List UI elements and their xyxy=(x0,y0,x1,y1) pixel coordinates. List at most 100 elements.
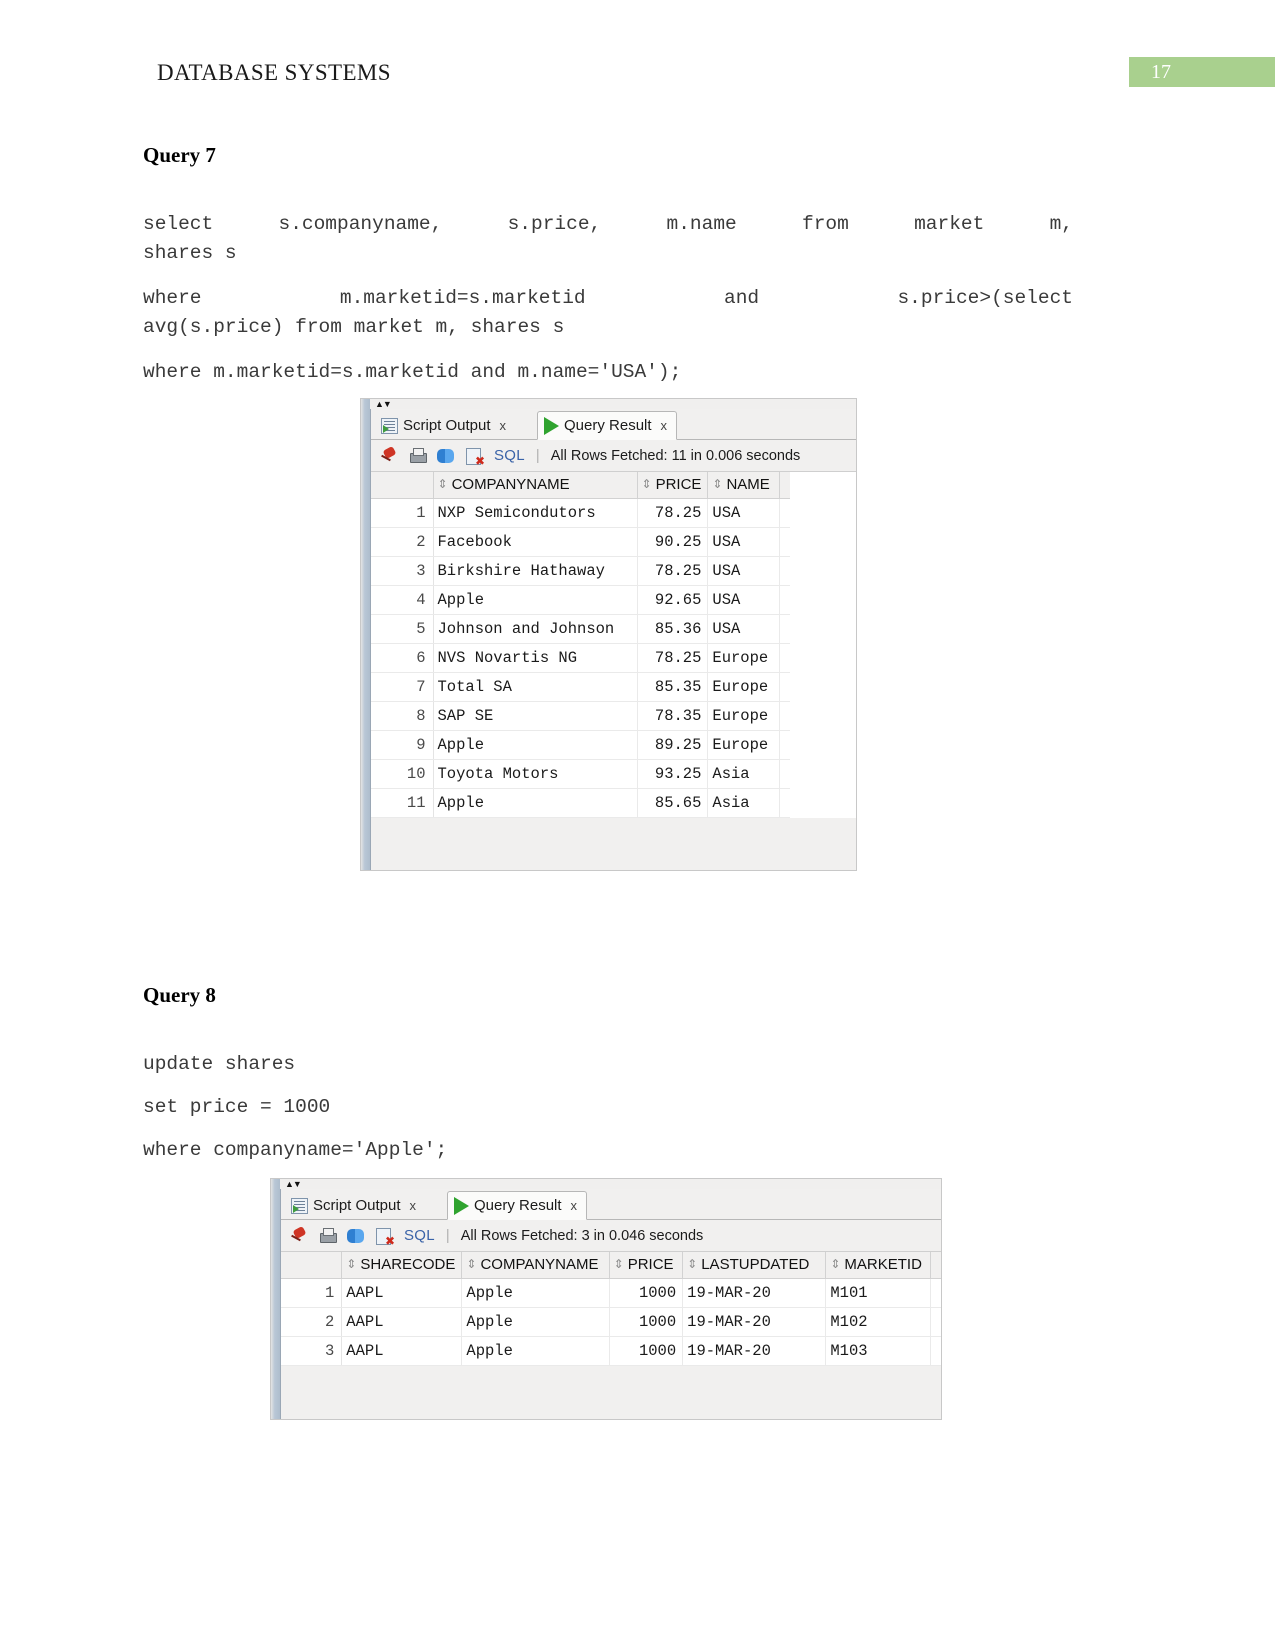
print-icon[interactable] xyxy=(408,447,427,465)
sql-button[interactable]: SQL xyxy=(494,447,525,464)
cell-filler[interactable] xyxy=(779,555,791,586)
table-row[interactable]: 4 Apple 92.65 USA xyxy=(371,584,791,615)
close-icon[interactable]: x xyxy=(410,1198,417,1213)
cell-price[interactable]: 89.25 xyxy=(636,729,709,760)
column-header-price[interactable]: ⇕ PRICE xyxy=(636,472,709,499)
cell-name[interactable]: Europe xyxy=(707,642,781,673)
sql-button[interactable]: SQL xyxy=(404,1227,435,1244)
table-row[interactable]: 11 Apple 85.65 Asia xyxy=(371,787,791,818)
cell-name[interactable]: USA xyxy=(707,555,781,586)
refresh-icon[interactable] xyxy=(346,1227,366,1245)
cell-companyname[interactable]: Total SA xyxy=(432,671,638,702)
panel-left-scrollbar[interactable] xyxy=(361,399,370,870)
cell-price[interactable]: 92.65 xyxy=(636,584,709,615)
cell-filler[interactable] xyxy=(779,526,791,557)
cell-companyname[interactable]: NVS Novartis NG xyxy=(432,642,638,673)
sort-icon[interactable]: ⇕ xyxy=(830,1257,840,1271)
table-row[interactable]: 7 Total SA 85.35 Europe xyxy=(371,671,791,702)
cell-filler[interactable] xyxy=(930,1277,941,1308)
cell-filler[interactable] xyxy=(930,1306,941,1337)
cell-companyname[interactable]: SAP SE xyxy=(432,700,638,731)
column-header-marketid[interactable]: ⇕ MARKETID xyxy=(825,1252,931,1279)
table-row[interactable]: 3 AAPL Apple 1000 19-MAR-20 M103 xyxy=(281,1335,941,1366)
row-number[interactable]: 5 xyxy=(371,613,433,644)
cell-marketid[interactable]: M101 xyxy=(825,1277,931,1308)
table-row[interactable]: 1 AAPL Apple 1000 19-MAR-20 M101 xyxy=(281,1277,941,1308)
cell-price[interactable]: 1000 xyxy=(608,1277,684,1308)
table-row[interactable]: 2 AAPL Apple 1000 19-MAR-20 M102 xyxy=(281,1306,941,1337)
cell-companyname[interactable]: Apple xyxy=(432,787,638,818)
tab-query-result[interactable]: Query Result x xyxy=(447,1191,588,1220)
table-row[interactable]: 9 Apple 89.25 Europe xyxy=(371,729,791,760)
table-row[interactable]: 3 Birkshire Hathaway 78.25 USA xyxy=(371,555,791,586)
cell-companyname[interactable]: Toyota Motors xyxy=(432,758,638,789)
table-row[interactable]: 5 Johnson and Johnson 85.36 USA xyxy=(371,613,791,644)
cell-name[interactable]: USA xyxy=(707,584,781,615)
row-number[interactable]: 3 xyxy=(281,1335,342,1366)
row-number[interactable]: 1 xyxy=(371,497,433,528)
result-grid-2[interactable]: ⇕ SHARECODE ⇕ COMPANYNAME ⇕ PRICE ⇕ LASTUPDA… xyxy=(281,1252,941,1366)
cell-name[interactable]: Europe xyxy=(707,729,781,760)
cell-price[interactable]: 1000 xyxy=(608,1335,684,1366)
print-icon[interactable] xyxy=(318,1227,337,1245)
cell-lastupdated[interactable]: 19-MAR-20 xyxy=(682,1306,827,1337)
sort-icon[interactable]: ⇕ xyxy=(438,477,448,491)
row-number[interactable]: 2 xyxy=(371,526,433,557)
cell-filler[interactable] xyxy=(779,671,791,702)
cell-lastupdated[interactable]: 19-MAR-20 xyxy=(682,1277,827,1308)
cell-filler[interactable] xyxy=(779,787,791,818)
cell-marketid[interactable]: M102 xyxy=(825,1306,931,1337)
cell-price[interactable]: 78.25 xyxy=(636,497,709,528)
column-header-companyname[interactable]: ⇕ COMPANYNAME xyxy=(432,472,638,499)
cell-price[interactable]: 1000 xyxy=(608,1306,684,1337)
close-icon[interactable]: x xyxy=(571,1198,578,1213)
cell-companyname[interactable]: Facebook xyxy=(432,526,638,557)
tab-query-result[interactable]: Query Result x xyxy=(537,411,678,440)
pin-icon[interactable] xyxy=(380,446,399,465)
column-header-sharecode[interactable]: ⇕ SHARECODE xyxy=(341,1252,463,1279)
cell-sharecode[interactable]: AAPL xyxy=(341,1277,463,1308)
column-header-price[interactable]: ⇕ PRICE xyxy=(608,1252,684,1279)
cell-companyname[interactable]: NXP Semicondutors xyxy=(432,497,638,528)
row-number[interactable]: 3 xyxy=(371,555,433,586)
cell-companyname[interactable]: Apple xyxy=(432,729,638,760)
cell-marketid[interactable]: M103 xyxy=(825,1335,931,1366)
cell-sharecode[interactable]: AAPL xyxy=(341,1306,463,1337)
row-number[interactable]: 7 xyxy=(371,671,433,702)
cell-filler[interactable] xyxy=(779,758,791,789)
cancel-icon[interactable] xyxy=(465,447,485,467)
cell-sharecode[interactable]: AAPL xyxy=(341,1335,463,1366)
cell-filler[interactable] xyxy=(779,584,791,615)
cell-companyname[interactable]: Johnson and Johnson xyxy=(432,613,638,644)
cell-price[interactable]: 85.65 xyxy=(636,787,709,818)
cell-name[interactable]: Europe xyxy=(707,671,781,702)
splitter-arrows-icon[interactable]: ▲▼ xyxy=(375,400,392,409)
cell-name[interactable]: USA xyxy=(707,526,781,557)
table-row[interactable]: 10 Toyota Motors 93.25 Asia xyxy=(371,758,791,789)
table-row[interactable]: 6 NVS Novartis NG 78.25 Europe xyxy=(371,642,791,673)
column-header-companyname[interactable]: ⇕ COMPANYNAME xyxy=(461,1252,610,1279)
cell-price[interactable]: 78.25 xyxy=(636,642,709,673)
cell-price[interactable]: 90.25 xyxy=(636,526,709,557)
cell-lastupdated[interactable]: 19-MAR-20 xyxy=(682,1335,827,1366)
cell-price[interactable]: 85.35 xyxy=(636,671,709,702)
cell-price[interactable]: 93.25 xyxy=(636,758,709,789)
tab-script-output[interactable]: Script Output x xyxy=(285,1191,425,1220)
refresh-icon[interactable] xyxy=(436,447,456,465)
row-number[interactable]: 1 xyxy=(281,1277,342,1308)
sort-icon[interactable]: ⇕ xyxy=(712,477,722,491)
cell-name[interactable]: Asia xyxy=(707,787,781,818)
cell-companyname[interactable]: Apple xyxy=(461,1277,610,1308)
close-icon[interactable]: x xyxy=(500,418,507,433)
splitter-arrows-icon[interactable]: ▲▼ xyxy=(285,1180,302,1189)
row-number[interactable]: 4 xyxy=(371,584,433,615)
sort-icon[interactable]: ⇕ xyxy=(642,477,652,491)
cell-name[interactable]: Asia xyxy=(707,758,781,789)
cell-filler[interactable] xyxy=(779,613,791,644)
sort-icon[interactable]: ⇕ xyxy=(466,1257,476,1271)
row-number[interactable]: 10 xyxy=(371,758,433,789)
cell-companyname[interactable]: Apple xyxy=(432,584,638,615)
cell-companyname[interactable]: Apple xyxy=(461,1306,610,1337)
column-header-lastupdated[interactable]: ⇕ LASTUPDATED xyxy=(682,1252,827,1279)
row-number[interactable]: 8 xyxy=(371,700,433,731)
